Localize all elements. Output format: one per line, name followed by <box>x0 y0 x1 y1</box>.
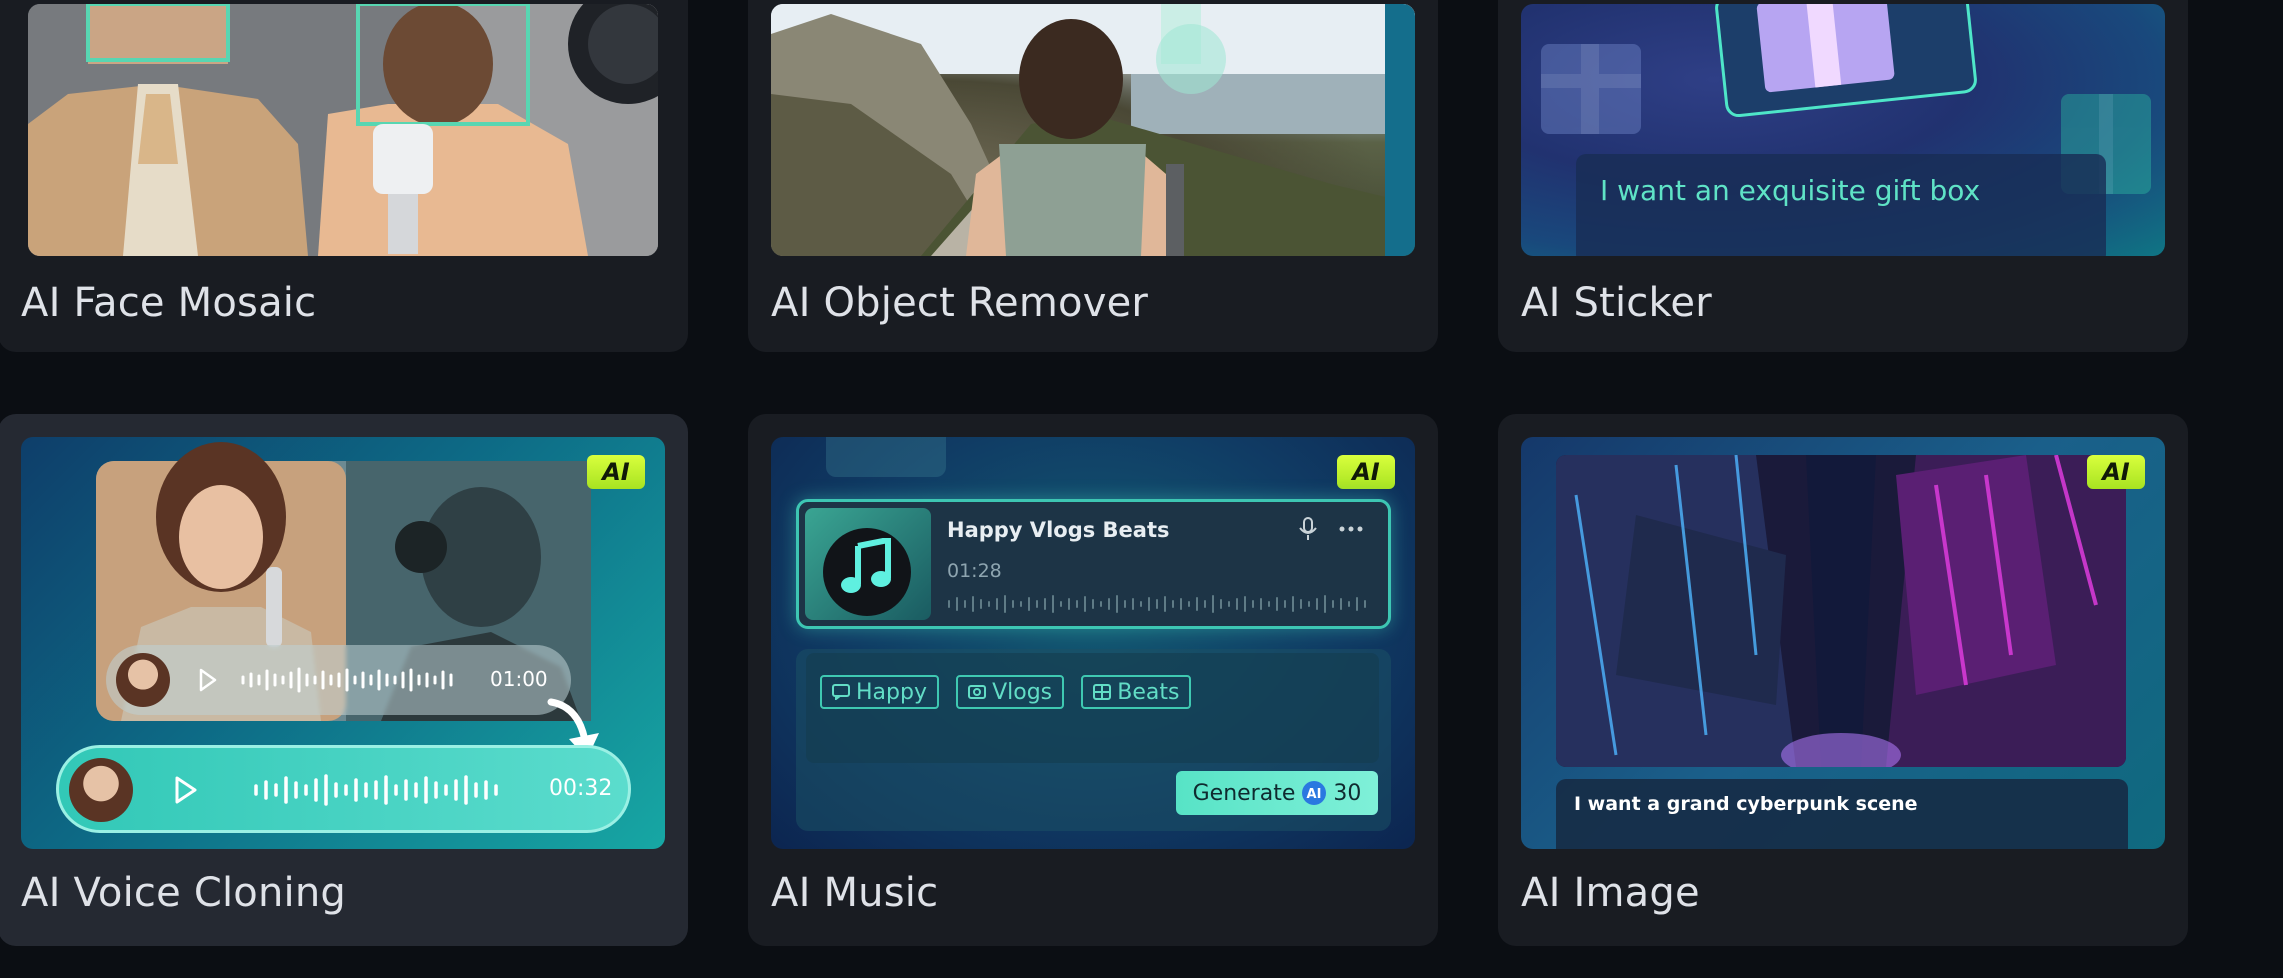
grid-icon <box>1093 684 1112 700</box>
ai-badge: AI <box>1337 455 1395 489</box>
camera-icon <box>968 685 987 699</box>
image-prompt-box: I want a grand cyberpunk scene <box>1556 779 2128 849</box>
feature-card-ai-object-remover[interactable]: AI Object Remover <box>748 0 1438 352</box>
generate-credits: 30 <box>1333 780 1362 806</box>
track-duration: 01:28 <box>947 560 1002 582</box>
chat-icon <box>832 684 850 700</box>
feature-card-ai-face-mosaic[interactable]: AI Face Mosaic <box>0 0 688 352</box>
album-cover <box>805 508 931 620</box>
ai-badge: AI <box>587 455 645 489</box>
face-mosaic-illustration <box>28 4 658 256</box>
feature-card-ai-image[interactable]: AI I want a grand cyberpunk scene AI Ima… <box>1498 414 2188 946</box>
cloned-voice-clip: 00:32 <box>56 745 631 833</box>
object-remover-illustration <box>771 4 1415 256</box>
music-thumbnail: AI Happy Vlogs Beats 01:28 Happy Vlogs B… <box>771 437 1415 849</box>
tag-happy[interactable]: Happy <box>820 675 939 709</box>
image-thumbnail: AI I want a grand cyberpunk scene <box>1521 437 2165 849</box>
card-title: AI Image <box>1521 870 1700 916</box>
sticker-prompt-text: I want an exquisite gift box <box>1600 174 1981 207</box>
feature-card-ai-sticker[interactable]: I want an exquisite gift box AI Sticker <box>1498 0 2188 352</box>
svg-text:AI: AI <box>1307 787 1322 802</box>
face-mosaic-thumbnail <box>28 4 658 256</box>
feature-card-ai-music[interactable]: AI Happy Vlogs Beats 01:28 Happy Vlogs B… <box>748 414 1438 946</box>
microphone-icon[interactable] <box>1297 516 1319 542</box>
waveform-icon <box>241 667 453 693</box>
tag-vlogs[interactable]: Vlogs <box>956 675 1065 709</box>
waveform-icon <box>254 774 498 806</box>
card-title: AI Face Mosaic <box>21 280 317 326</box>
object-remover-thumbnail <box>771 4 1415 256</box>
tag-beats[interactable]: Beats <box>1081 675 1192 709</box>
clip-duration: 01:00 <box>490 667 548 691</box>
track-card: Happy Vlogs Beats 01:28 <box>796 499 1391 629</box>
card-title: AI Sticker <box>1521 280 1712 326</box>
card-title: AI Voice Cloning <box>21 870 346 916</box>
card-title: AI Music <box>771 870 939 916</box>
original-voice-clip: 01:00 <box>106 645 571 715</box>
waveform-icon <box>948 595 1366 613</box>
music-note-icon <box>841 538 891 593</box>
play-icon[interactable] <box>174 776 198 804</box>
avatar <box>116 653 170 707</box>
ghost-track-row <box>826 437 946 477</box>
sticker-thumbnail: I want an exquisite gift box <box>1521 4 2165 256</box>
play-icon[interactable] <box>198 668 218 692</box>
image-prompt-text: I want a grand cyberpunk scene <box>1574 793 1918 815</box>
ai-badge: AI <box>2087 455 2145 489</box>
tag-area: Happy Vlogs Beats <box>806 653 1379 763</box>
feature-card-ai-voice-cloning[interactable]: AI 01:00 00:32 AI Voice Cloning <box>0 414 688 946</box>
voice-cloning-thumbnail: AI 01:00 00:32 <box>21 437 665 849</box>
ai-credit-icon: AI <box>1302 781 1327 805</box>
music-prompt-panel: Happy Vlogs Beats Generate AI 30 <box>796 649 1391 831</box>
generate-label: Generate <box>1192 780 1296 806</box>
card-title: AI Object Remover <box>771 280 1149 326</box>
more-icon[interactable] <box>1339 524 1363 534</box>
cyberpunk-city-illustration <box>1556 455 2126 767</box>
avatar <box>69 758 133 822</box>
track-name: Happy Vlogs Beats <box>947 518 1170 542</box>
sticker-prompt-box: I want an exquisite gift box <box>1576 154 2106 256</box>
generate-button[interactable]: Generate AI 30 <box>1176 771 1378 815</box>
clip-duration: 00:32 <box>549 776 613 801</box>
